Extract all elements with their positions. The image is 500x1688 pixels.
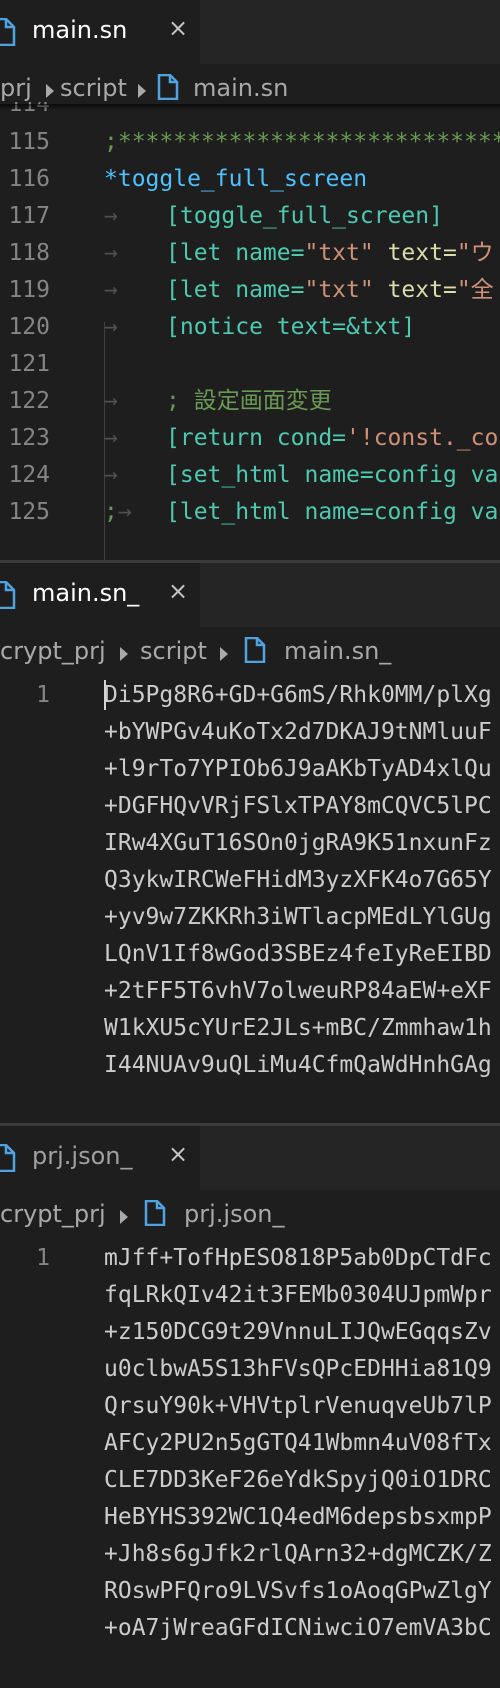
- code-line: +bYWPGv4uKoTx2d7DKAJ9tNMluuF: [104, 719, 492, 745]
- text-cursor: [104, 680, 106, 710]
- code-line: LQnV1If8wGod3SBEz4feIyReEIBD: [104, 941, 492, 967]
- tab-bar: main.sn ×: [0, 0, 500, 64]
- code-line: IRw4XGuT16SOn0jgRA9K51nxunFz: [104, 830, 492, 856]
- code-line: +z150DCG9t29VnnuLIJQwEGqqsZv: [104, 1319, 492, 1345]
- file-icon: [0, 581, 16, 609]
- breadcrumb-item[interactable]: crypt_prj: [0, 1200, 106, 1228]
- breadcrumb-item[interactable]: script: [60, 74, 127, 102]
- code-line: +DGFHQvVRjFSlxTPAY8mCQVC5lPC: [104, 793, 492, 819]
- close-icon[interactable]: ×: [168, 1140, 188, 1168]
- breadcrumb-item[interactable]: script: [140, 637, 207, 665]
- tab-prj-json-encrypted[interactable]: prj.json_ ×: [0, 1126, 200, 1190]
- breadcrumb: crypt_prj prj.json_: [0, 1190, 500, 1238]
- breadcrumb-item[interactable]: main.sn: [193, 74, 288, 102]
- code-line: CLE7DD3KeF26eYdkSpyjQ0iO1DRC: [104, 1467, 492, 1493]
- code-line: W1kXU5cYUrE2JLs+mBC/Zmmhaw1h: [104, 1015, 492, 1041]
- line-number: 1: [36, 682, 50, 708]
- code-line: Di5Pg8R6+GD+G6mS/Rhk0MM/plXg: [104, 682, 492, 708]
- tab-bar: prj.json_ ×: [0, 1126, 500, 1190]
- code-line: +Jh8s6gJfk2rlQArn32+dgMCZK/Z: [104, 1541, 492, 1567]
- file-icon: [157, 74, 179, 100]
- chevron-right-icon: [220, 647, 228, 661]
- code-line: ROswPFQro9LVSvfs1oAoqGPwZlgY: [104, 1578, 492, 1604]
- tab-main-sn[interactable]: main.sn ×: [0, 0, 200, 64]
- tab-label: main.sn: [32, 16, 128, 44]
- code-line: +yv9w7ZKKRh3iWTlacpMEdLYlGUg: [104, 904, 492, 930]
- editor-group-prj-json-encrypted: prj.json_ × crypt_prj prj.json_ 1 mJff+To…: [0, 1126, 500, 1688]
- code-line: 124 → [set_html name=config va: [8, 462, 499, 488]
- tab-label: prj.json_: [32, 1142, 133, 1170]
- tab-label: main.sn_: [32, 579, 140, 607]
- close-icon[interactable]: ×: [168, 577, 188, 605]
- code-line: +l9rTo7YPIOb6J9aAKbTyAD4xlQu: [104, 756, 492, 782]
- chevron-right-icon: [138, 84, 146, 98]
- editor-group-main-sn-encrypted: main.sn_ × crypt_prj script main.sn_ 1 Di…: [0, 563, 500, 1123]
- code-line: 125; → [let_html name=config va: [8, 499, 499, 525]
- file-icon: [0, 1144, 16, 1172]
- editor-group-main-sn: main.sn × prj script main.sn 114 115;***…: [0, 0, 500, 560]
- code-line: 122 →; 設定画面変更: [8, 388, 332, 414]
- breadcrumb-item[interactable]: prj.json_: [184, 1200, 284, 1228]
- code-line: +2tFF5T6vhV7olweuRP84aEW+eXF: [104, 978, 492, 1004]
- code-line: 118 → [let name="txt" text="ウ: [8, 240, 494, 266]
- code-line: 120 → [notice text=&txt]: [8, 314, 416, 340]
- code-line: 115;************************************…: [8, 129, 500, 155]
- code-line: HeBYHS392WC1Q4edM6depsbsxmpP: [104, 1504, 492, 1530]
- file-icon: [144, 1200, 166, 1226]
- chevron-right-icon: [120, 647, 128, 661]
- code-line: 116 *toggle_full_screen: [8, 166, 368, 192]
- breadcrumb-item[interactable]: prj: [0, 74, 32, 102]
- code-editor[interactable]: 1 Di5Pg8R6+GD+G6mS/Rhk0MM/plXg +bYWPGv4uK…: [0, 675, 500, 1123]
- breadcrumb-item[interactable]: crypt_prj: [0, 637, 106, 665]
- breadcrumb-item[interactable]: main.sn_: [284, 637, 391, 665]
- code-editor[interactable]: 1 mJff+TofHpESO818P5ab0DpCTdFc fqLRkQIv42…: [0, 1238, 500, 1688]
- code-line: u0clbwA5S13hFVsQPcEDHHia81Q9: [104, 1356, 492, 1382]
- line-number: 1: [36, 1245, 50, 1271]
- chevron-right-icon: [120, 1210, 128, 1224]
- tab-bar: main.sn_ ×: [0, 563, 500, 627]
- code-line: 121: [8, 351, 50, 377]
- code-line: mJff+TofHpESO818P5ab0DpCTdFc: [104, 1245, 492, 1271]
- code-line: I44NUAv9uQLiMu4CfmQaWdHnhGAg: [104, 1052, 492, 1078]
- code-line: fqLRkQIv42it3FEMb0304UJpmWpr: [104, 1282, 492, 1308]
- code-line: 123 → [return cond='!const._co: [8, 425, 499, 451]
- code-line: 119 → [let name="txt" text="全: [8, 277, 494, 303]
- scroll-shadow: [0, 104, 500, 110]
- file-icon: [244, 637, 266, 663]
- tab-main-sn-encrypted[interactable]: main.sn_ ×: [0, 563, 200, 627]
- code-line: AFCy2PU2n5gGTQ41Wbmn4uV08fTx: [104, 1430, 492, 1456]
- code-line: +oA7jWreaGFdICNiwciO7emVA3bC: [104, 1615, 492, 1641]
- code-line: 117 → [toggle_full_screen]: [8, 203, 443, 229]
- chevron-right-icon: [46, 84, 54, 98]
- file-icon: [0, 18, 16, 46]
- breadcrumb: crypt_prj script main.sn_: [0, 627, 500, 675]
- close-icon[interactable]: ×: [168, 14, 188, 42]
- code-line: Q3ykwIRCWeFHidM3yzXFK4o7G65Y: [104, 867, 492, 893]
- code-line: QrsuY90k+VHVtplrVenuqveUb7lP: [104, 1393, 492, 1419]
- code-editor[interactable]: 114 115;********************************…: [0, 102, 500, 560]
